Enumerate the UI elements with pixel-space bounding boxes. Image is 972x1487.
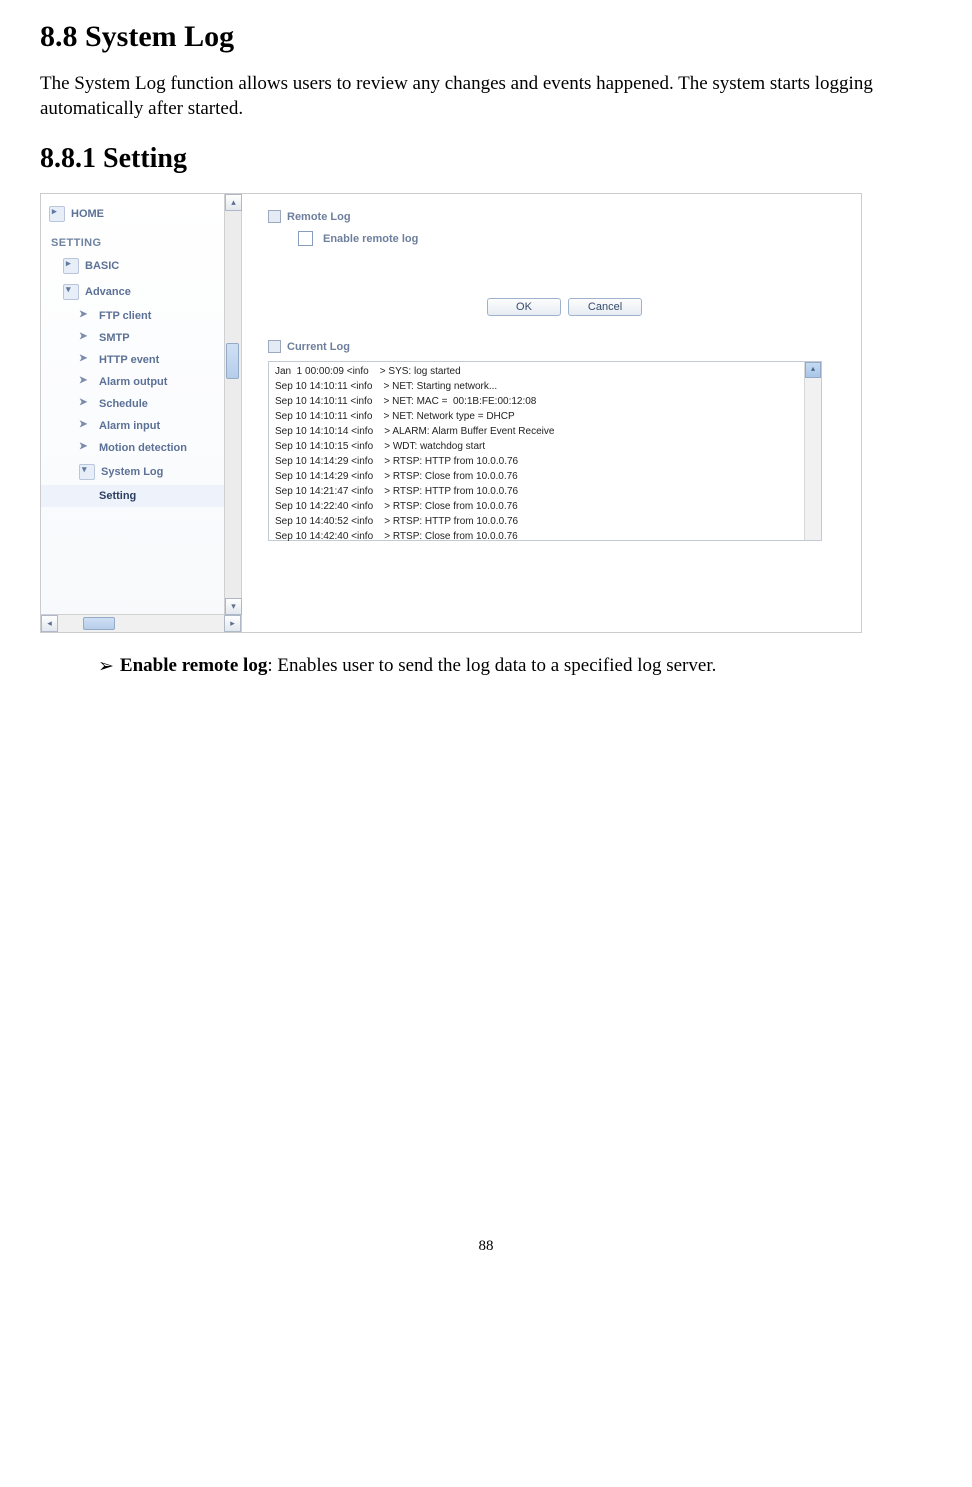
log-line: Sep 10 14:40:52 <info > RTSP: HTTP from … xyxy=(275,514,815,529)
heading-setting: 8.8.1 Setting xyxy=(40,143,932,175)
home-icon xyxy=(49,206,65,222)
arrow-icon xyxy=(79,354,93,366)
arrow-icon xyxy=(79,398,93,410)
sidebar-home[interactable]: HOME xyxy=(41,200,241,228)
sidebar-alarm-out[interactable]: Alarm output xyxy=(41,371,241,393)
log-line: Sep 10 14:14:29 <info > RTSP: Close from… xyxy=(275,469,815,484)
log-line: Sep 10 14:21:47 <info > RTSP: HTTP from … xyxy=(275,484,815,499)
log-line: Sep 10 14:10:11 <info > NET: MAC = 00:1B… xyxy=(275,394,815,409)
section-current-log-label: Current Log xyxy=(287,341,350,353)
sidebar-syslog-setting-label: Setting xyxy=(99,490,136,502)
sidebar-http-label: HTTP event xyxy=(99,354,159,366)
enable-remote-checkbox[interactable] xyxy=(298,231,313,246)
scrollbar-thumb[interactable] xyxy=(226,343,239,379)
log-line: Sep 10 14:42:40 <info > RTSP: Close from… xyxy=(275,529,815,544)
scroll-down-icon[interactable]: ▾ xyxy=(225,598,242,615)
sidebar-horizontal-scrollbar[interactable]: ◂ ▸ xyxy=(41,614,241,632)
section-icon xyxy=(268,340,281,353)
scrollbar-thumb[interactable] xyxy=(83,617,115,630)
log-line: Sep 10 14:10:11 <info > NET: Starting ne… xyxy=(275,379,815,394)
scroll-left-icon[interactable]: ◂ xyxy=(41,615,58,632)
ok-button[interactable]: OK xyxy=(487,298,561,316)
sidebar-http[interactable]: HTTP event xyxy=(41,349,241,371)
paragraph-intro: The System Log function allows users to … xyxy=(40,72,932,121)
sidebar-syslog-setting[interactable]: Setting xyxy=(41,485,241,507)
main-panel: Remote Log Enable remote log OK Cancel C… xyxy=(242,194,861,632)
log-line: Sep 10 14:22:40 <info > RTSP: Close from… xyxy=(275,499,815,514)
sidebar-motion-label: Motion detection xyxy=(99,442,187,454)
sidebar-ftp-label: FTP client xyxy=(99,310,151,322)
enable-remote-label: Enable remote log xyxy=(323,233,418,245)
arrow-icon xyxy=(79,332,93,344)
log-line: Sep 10 14:10:11 <info > NET: Network typ… xyxy=(275,409,815,424)
sidebar-advance-label: Advance xyxy=(85,286,131,298)
arrow-icon xyxy=(79,420,93,432)
log-textarea[interactable]: Jan 1 00:00:09 <info > SYS: log started … xyxy=(268,361,822,541)
sidebar: HOME SETTING BASIC Advance FTP client SM… xyxy=(41,194,242,632)
arrow-icon xyxy=(79,376,93,388)
sidebar-motion[interactable]: Motion detection xyxy=(41,437,241,459)
scroll-up-icon[interactable]: ▴ xyxy=(225,194,242,211)
sidebar-alarm-in-label: Alarm input xyxy=(99,420,160,432)
bullet-text: Enable remote log: Enables user to send … xyxy=(120,655,716,678)
log-line: Sep 10 14:14:29 <info > RTSP: HTTP from … xyxy=(275,454,815,469)
bullet-icon: ➢ xyxy=(98,655,114,678)
sidebar-alarm-in[interactable]: Alarm input xyxy=(41,415,241,437)
sidebar-basic-label: BASIC xyxy=(85,260,119,272)
screenshot-container: HOME SETTING BASIC Advance FTP client SM… xyxy=(40,193,862,633)
page-number: 88 xyxy=(40,1238,932,1255)
sidebar-smtp-label: SMTP xyxy=(99,332,130,344)
section-remote-log: Remote Log xyxy=(268,210,861,223)
sidebar-schedule-label: Schedule xyxy=(99,398,148,410)
scroll-right-icon[interactable]: ▸ xyxy=(224,615,241,632)
log-scrollbar[interactable]: ▴ xyxy=(804,362,821,540)
sidebar-schedule[interactable]: Schedule xyxy=(41,393,241,415)
sidebar-home-label: HOME xyxy=(71,208,104,220)
collapse-icon xyxy=(63,258,79,274)
section-icon xyxy=(268,210,281,223)
arrow-icon xyxy=(79,442,93,454)
expand-icon xyxy=(63,284,79,300)
bullet-enable-remote: ➢ Enable remote log: Enables user to sen… xyxy=(98,655,932,678)
sidebar-syslog[interactable]: System Log xyxy=(41,459,241,485)
section-remote-log-label: Remote Log xyxy=(287,211,351,223)
sidebar-section-setting: SETTING xyxy=(41,228,241,253)
scroll-up-icon[interactable]: ▴ xyxy=(805,362,821,378)
expand-icon xyxy=(79,464,95,480)
sidebar-basic[interactable]: BASIC xyxy=(41,253,241,279)
log-line: Jan 1 00:00:09 <info > SYS: log started xyxy=(275,364,815,379)
sidebar-alarm-out-label: Alarm output xyxy=(99,376,167,388)
sidebar-vertical-scrollbar[interactable]: ▴ ▾ xyxy=(224,194,241,615)
sidebar-advance[interactable]: Advance xyxy=(41,279,241,305)
log-line: Sep 10 14:10:14 <info > ALARM: Alarm Buf… xyxy=(275,424,815,439)
sidebar-ftp[interactable]: FTP client xyxy=(41,305,241,327)
section-current-log: Current Log xyxy=(268,340,861,353)
sidebar-syslog-label: System Log xyxy=(101,466,163,478)
button-row: OK Cancel xyxy=(268,298,861,316)
enable-remote-row: Enable remote log xyxy=(268,231,861,246)
log-line: Sep 10 14:10:15 <info > WDT: watchdog st… xyxy=(275,439,815,454)
sidebar-smtp[interactable]: SMTP xyxy=(41,327,241,349)
cancel-button[interactable]: Cancel xyxy=(568,298,642,316)
arrow-icon xyxy=(79,310,93,322)
heading-system-log: 8.8 System Log xyxy=(40,20,932,54)
